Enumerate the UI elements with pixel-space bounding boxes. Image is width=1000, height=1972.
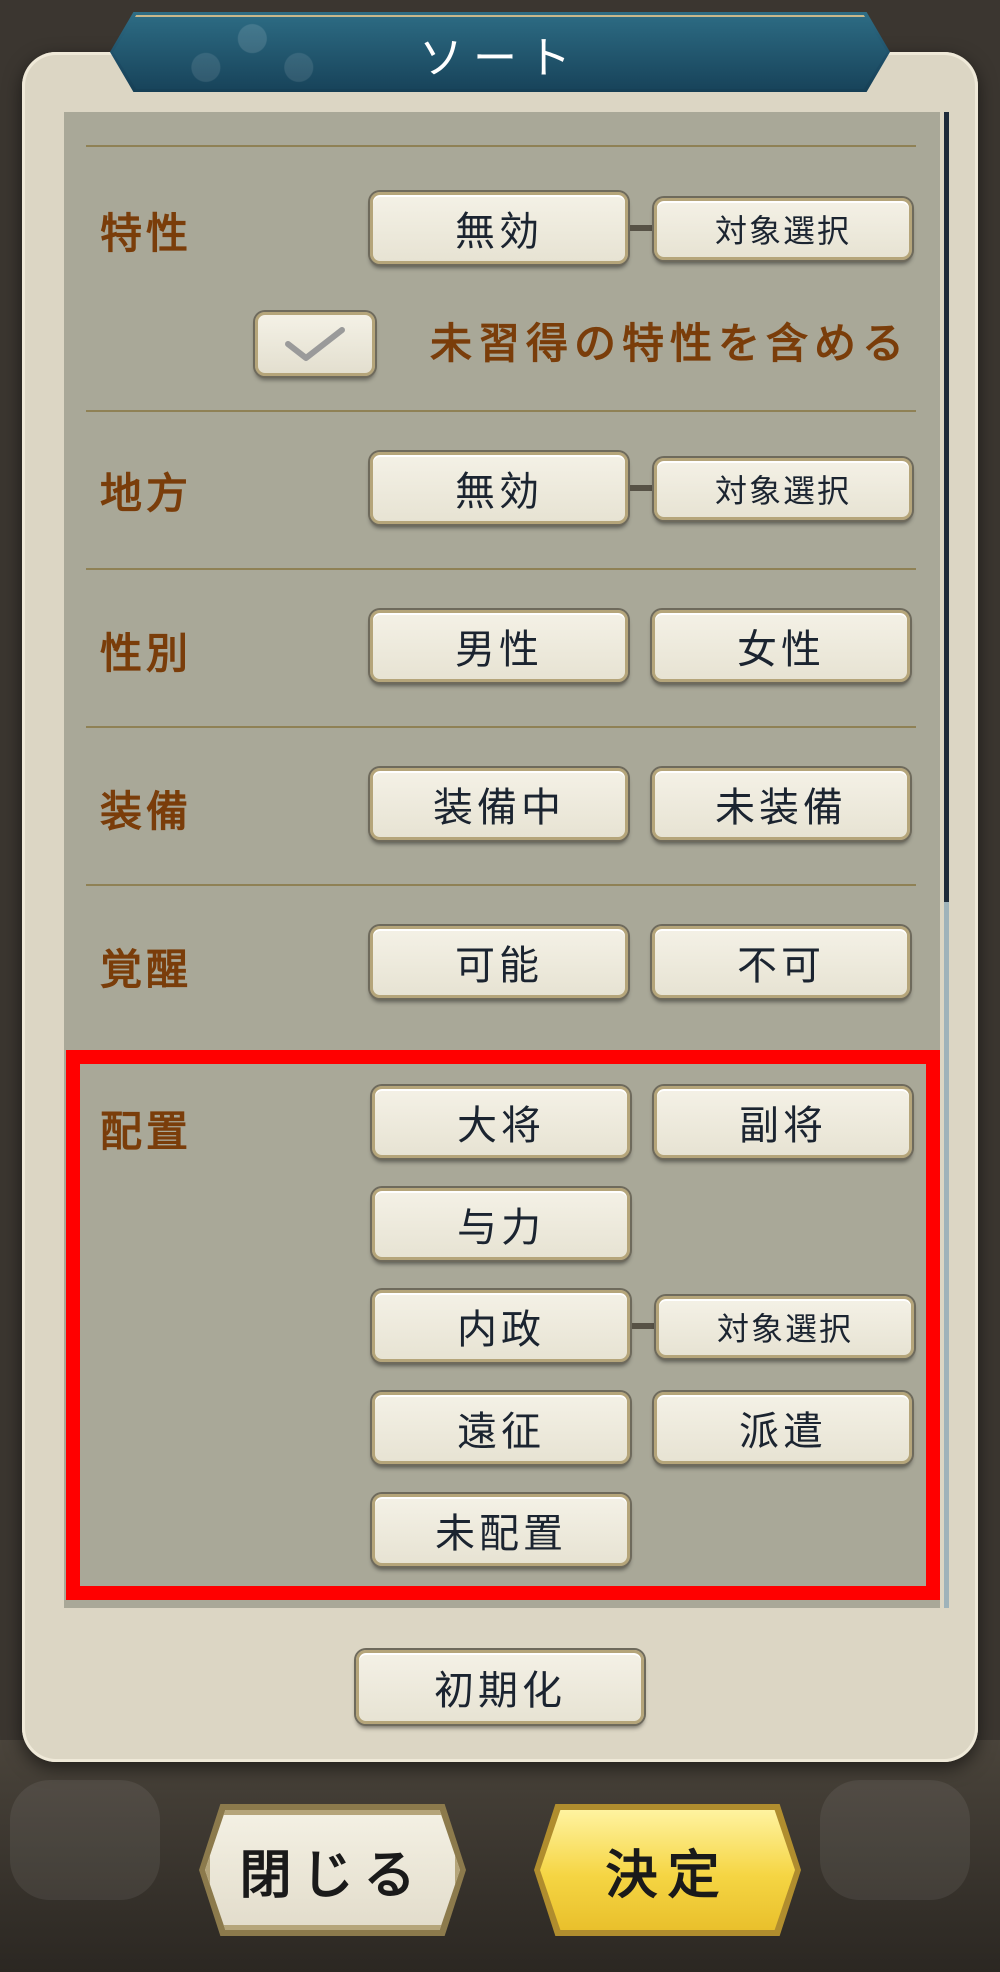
dialog-title: ソート (419, 33, 581, 84)
region-disable-button[interactable]: 無効 (370, 452, 628, 524)
unequipped-button[interactable]: 未装備 (652, 768, 910, 840)
check-icon (285, 327, 345, 361)
section-divider (86, 568, 916, 570)
section-divider (86, 726, 916, 728)
confirm-button[interactable]: 決定 (540, 1810, 795, 1930)
reset-button[interactable]: 初期化 (356, 1650, 644, 1724)
background-menu-icon (820, 1780, 970, 1900)
background-back-icon (10, 1780, 160, 1900)
close-button[interactable]: 閉じる (205, 1810, 460, 1930)
trait-disable-button[interactable]: 無効 (370, 192, 628, 264)
equipped-button[interactable]: 装備中 (370, 768, 628, 840)
equipment-label: 装備 (100, 787, 193, 836)
awakening-impossible-button[interactable]: 不可 (652, 926, 910, 998)
include-unlearned-label[interactable]: 未習得の特性を含める (430, 310, 910, 371)
gender-label: 性別 (100, 629, 193, 678)
button-connector (630, 225, 652, 231)
dialog-title-bar: ソート (110, 12, 890, 92)
trait-label: 特性 (100, 209, 193, 258)
section-divider (86, 145, 916, 147)
section-divider (86, 884, 916, 886)
gender-male-button[interactable]: 男性 (370, 610, 628, 682)
scrollbar-thumb[interactable] (944, 112, 949, 902)
include-unlearned-checkbox[interactable] (255, 312, 375, 376)
button-connector (630, 485, 652, 491)
trait-select-target-button[interactable]: 対象選択 (654, 198, 912, 260)
region-select-target-button[interactable]: 対象選択 (654, 458, 912, 520)
placement-highlight-box (66, 1050, 940, 1600)
background-decoration (0, 1740, 1000, 1972)
section-divider (86, 410, 916, 412)
awakening-possible-button[interactable]: 可能 (370, 926, 628, 998)
awakening-label: 覚醒 (100, 945, 193, 994)
region-label: 地方 (100, 469, 193, 518)
gender-female-button[interactable]: 女性 (652, 610, 910, 682)
